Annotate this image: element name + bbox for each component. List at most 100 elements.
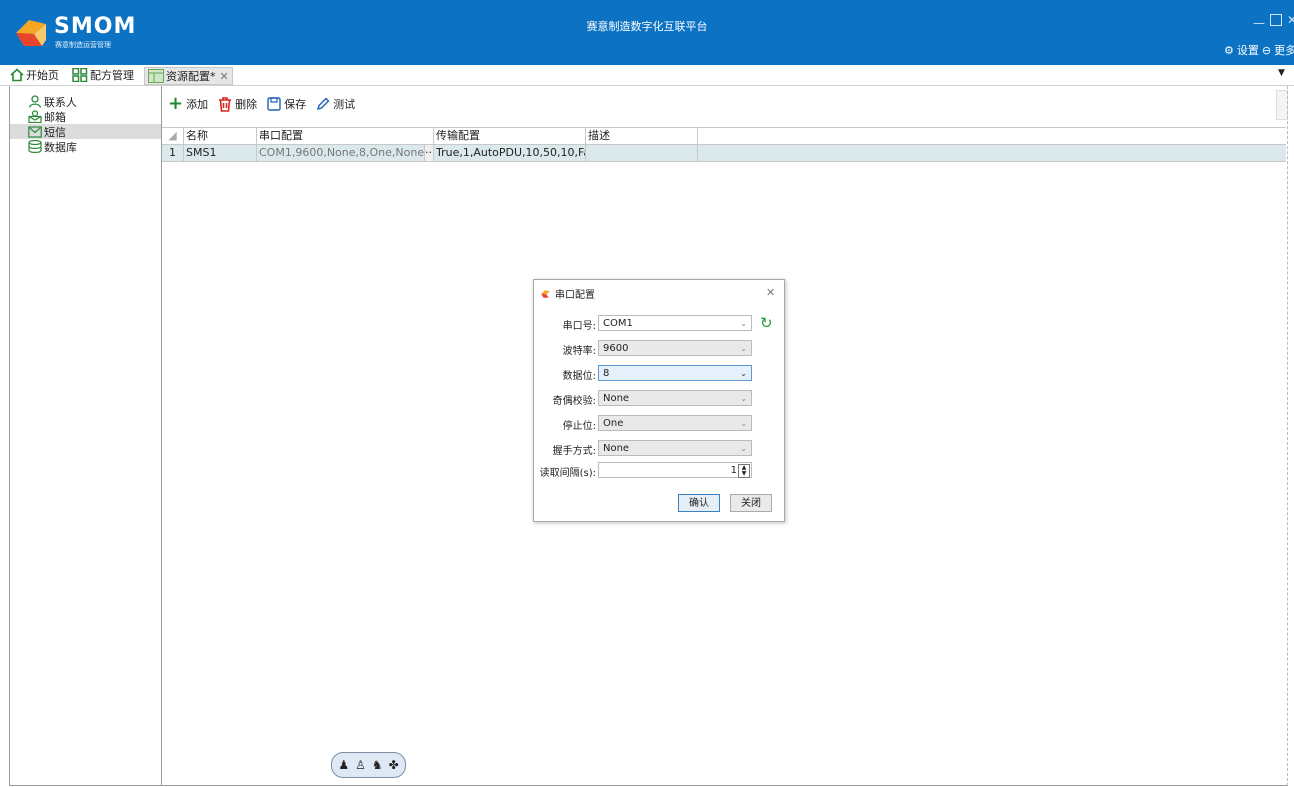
baud-value: 9600 (603, 343, 629, 354)
cell-serial[interactable]: COM1,9600,None,8,One,None,1, (257, 145, 425, 161)
interval-label: 读取间隔(s): (539, 468, 596, 479)
more-link[interactable]: 更多 (1274, 42, 1294, 58)
tab-recipe[interactable]: 配方管理 (72, 67, 134, 83)
databits-label: 数据位: (562, 371, 596, 382)
sidebar-item-contacts[interactable]: 联系人 (10, 94, 161, 109)
database-icon (28, 140, 42, 153)
column-header-serial[interactable]: 串口配置 (257, 128, 434, 144)
chevron-down-icon: ⌄ (740, 444, 747, 453)
row-filler (698, 145, 1286, 161)
plus-icon: + (168, 93, 184, 114)
refresh-icon[interactable]: ↻ (760, 315, 774, 331)
sidebar-item-sms[interactable]: 短信 (10, 124, 161, 139)
dialog-title-bar: 串口配置 (540, 286, 595, 301)
cell-desc[interactable] (586, 145, 698, 161)
stopbits-label: 停止位: (562, 421, 596, 432)
close-icon[interactable]: ✕ (220, 70, 229, 83)
bug-icon: ✤ (388, 758, 399, 772)
parity-value: None (603, 393, 630, 404)
databits-row: 数据位: 8 ⌄ (534, 365, 784, 383)
column-header-desc[interactable]: 描述 (586, 128, 698, 144)
app-logo-icon (541, 289, 550, 298)
right-edge-divider (1287, 86, 1289, 786)
test-button[interactable]: 测试 (316, 96, 355, 112)
app-title: 赛意制造数字化互联平台 (586, 20, 708, 33)
sidebar-item-label: 短信 (44, 125, 66, 139)
figure-icon: ♞ (371, 758, 383, 772)
parity-select[interactable]: None ⌄ (598, 390, 752, 406)
table-row[interactable]: 1 SMS1 COM1,9600,None,8,One,None,1, ··· … (162, 145, 1286, 162)
tab-start[interactable]: 开始页 (10, 67, 59, 83)
tab-label: 开始页 (26, 69, 59, 82)
handshake-select[interactable]: None ⌄ (598, 440, 752, 456)
settings-link[interactable]: 设置 (1237, 42, 1259, 58)
dialog-title: 串口配置 (555, 290, 595, 301)
column-header-name[interactable]: 名称 (184, 128, 257, 144)
add-button[interactable]: + 添加 (168, 93, 209, 114)
sidebar-item-mailbox[interactable]: 邮箱 (10, 109, 161, 124)
parity-label: 奇偶校验: (552, 396, 596, 407)
port-row: 串口号: COM1 ⌄ ↻ (534, 315, 784, 333)
minimize-button[interactable]: — (1253, 16, 1265, 30)
column-header-transfer[interactable]: 传输配置 (434, 128, 586, 144)
contact-icon (28, 95, 42, 108)
stopbits-select[interactable]: One ⌄ (598, 415, 752, 431)
interval-spinner[interactable]: 1 ▲ ▼ (598, 462, 752, 478)
chevron-down-icon: ⌄ (740, 369, 747, 378)
data-grid: ◢ 名称 串口配置 传输配置 描述 1 SMS1 COM1,9600,None,… (162, 127, 1286, 162)
cell-transfer[interactable]: True,1,AutoPDU,10,50,10,False (434, 145, 586, 161)
interval-value: 1 (730, 465, 737, 476)
trash-icon (219, 96, 232, 112)
port-combo[interactable]: COM1 ⌄ (598, 315, 752, 331)
pencil-icon (317, 97, 330, 111)
tab-label: 配方管理 (90, 69, 134, 82)
person-icon: ♙ (355, 758, 366, 772)
tab-strip: 开始页 配方管理 资源配置* ✕ ▼ (0, 65, 1294, 86)
header-actions: ⚙ 设置 ⊖ 更多 (1224, 42, 1294, 58)
sidebar-item-label: 邮箱 (44, 110, 66, 124)
save-button[interactable]: 保存 (267, 96, 306, 112)
parity-row: 奇偶校验: None ⌄ (534, 390, 784, 408)
chevron-down-icon: ⌄ (740, 319, 747, 328)
cell-serial-ellipsis-button[interactable]: ··· (425, 145, 434, 161)
baud-select[interactable]: 9600 ⌄ (598, 340, 752, 356)
row-indicator-header: ◢ (162, 128, 184, 144)
chevron-down-icon: ⌄ (740, 394, 747, 403)
sidebar: 联系人 邮箱 短信 数据库 (9, 86, 162, 786)
tab-resource-config[interactable]: 资源配置* ✕ (144, 67, 233, 85)
grid-header-row: ◢ 名称 串口配置 传输配置 描述 (162, 127, 1286, 145)
sidebar-item-label: 联系人 (44, 95, 77, 109)
delete-button[interactable]: 删除 (218, 96, 257, 112)
interval-row: 读取间隔(s): 1 ▲ ▼ (534, 462, 784, 480)
tab-overflow-icon[interactable]: ▼ (1278, 68, 1285, 78)
add-label: 添加 (186, 98, 209, 111)
baud-row: 波特率: 9600 ⌄ (534, 340, 784, 358)
column-header-filler (698, 128, 1286, 144)
grid-icon (72, 68, 88, 82)
stopbits-row: 停止位: One ⌄ (534, 415, 784, 433)
databits-select[interactable]: 8 ⌄ (598, 365, 752, 381)
sidebar-item-database[interactable]: 数据库 (10, 139, 161, 154)
port-label: 串口号: (562, 321, 596, 332)
toolbar: + 添加 删除 保存 测试 (168, 94, 361, 114)
tab-label: 资源配置* (166, 70, 216, 83)
baud-label: 波特率: (562, 346, 596, 357)
port-value: COM1 (603, 318, 633, 329)
figure-icon: ♟ (338, 758, 350, 772)
chevron-down-icon: ⌄ (740, 419, 747, 428)
handshake-value: None (603, 443, 630, 454)
logo-subtitle: 赛意制造运营管理 (55, 41, 111, 49)
mailbox-icon (28, 110, 42, 123)
spinner-arrows-icon[interactable]: ▲ ▼ (738, 464, 750, 478)
save-label: 保存 (284, 98, 307, 111)
cell-name[interactable]: SMS1 (184, 145, 257, 161)
close-button[interactable]: 关闭 (730, 494, 772, 512)
floating-toolbar[interactable]: ♟ ♙ ♞ ✤ (331, 752, 406, 778)
confirm-button[interactable]: 确认 (678, 494, 720, 512)
sms-icon (28, 125, 42, 138)
restore-button[interactable] (1270, 14, 1282, 26)
close-window-button[interactable]: ✕ (1287, 13, 1294, 27)
chevron-down-icon: ⌄ (740, 344, 747, 353)
dialog-close-icon[interactable]: ✕ (766, 286, 775, 299)
gear-icon: ⚙ (1224, 43, 1234, 57)
